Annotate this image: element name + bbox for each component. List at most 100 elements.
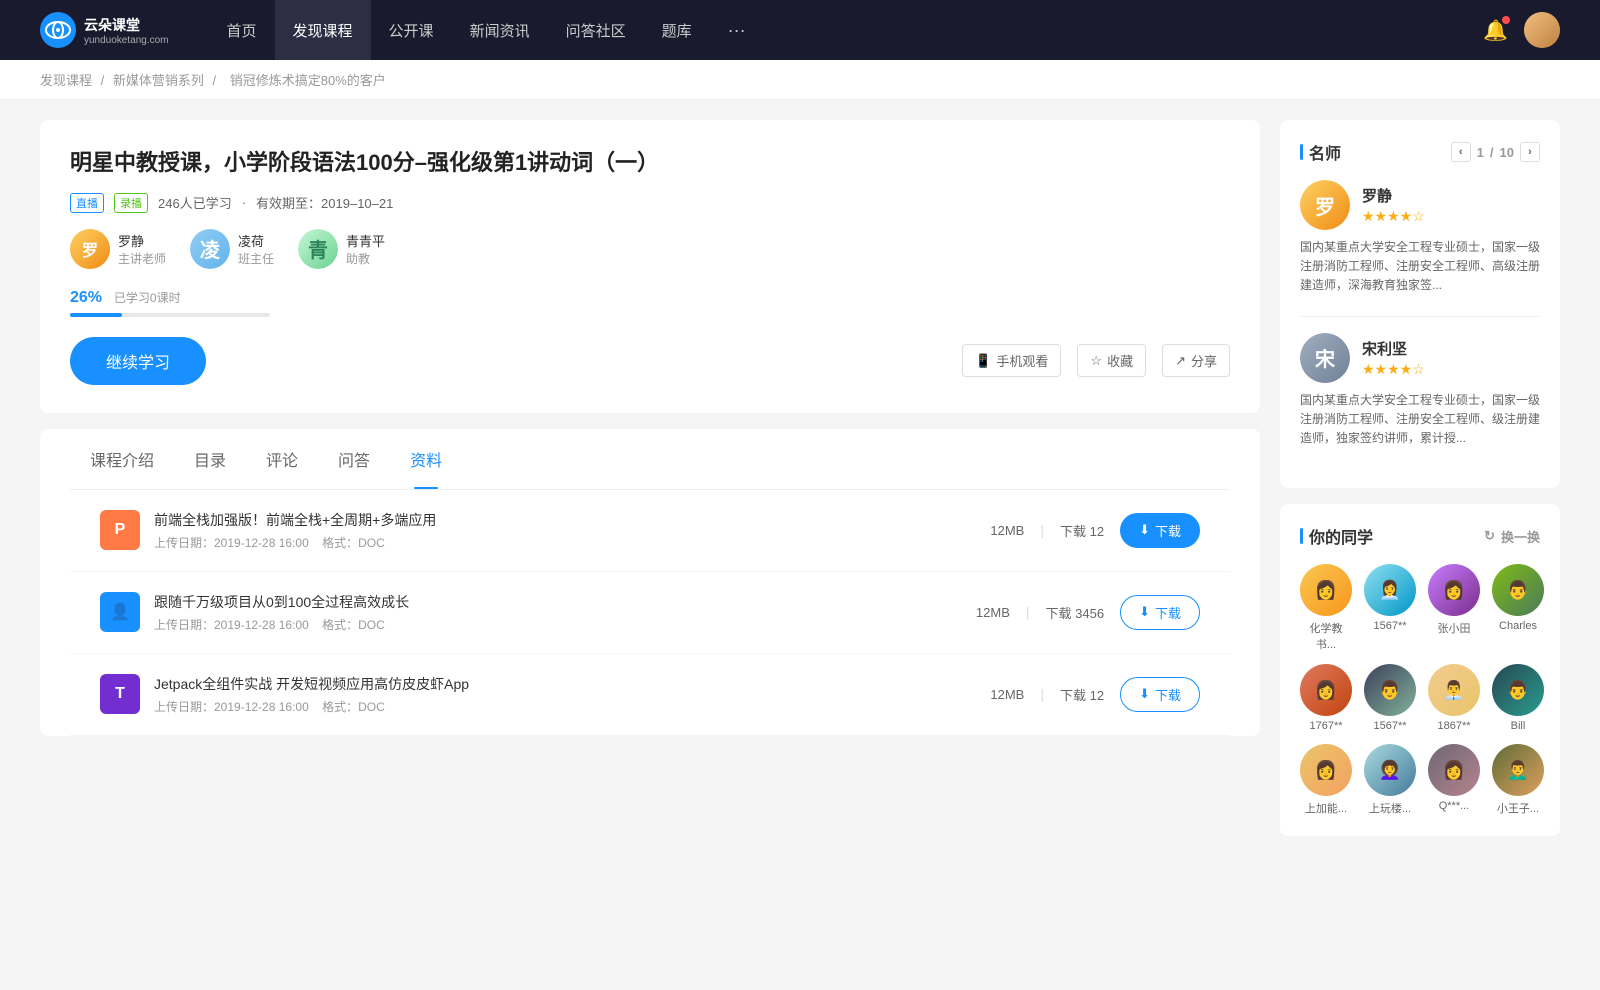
- continue-button[interactable]: 继续学习: [70, 337, 206, 385]
- action-buttons: 📱 手机观看 ☆ 收藏 ↗ 分享: [962, 344, 1230, 377]
- download-button-3[interactable]: ⬇ 下载: [1120, 677, 1200, 712]
- prev-page-button[interactable]: ‹: [1451, 142, 1471, 162]
- classmate-11-avatar: 👩: [1428, 744, 1480, 796]
- download-label-1: 下载: [1155, 521, 1181, 540]
- resource-icon-label-3: T: [115, 685, 125, 703]
- classmate-6-avatar: 👨: [1364, 664, 1416, 716]
- resource-icon-3: T: [100, 674, 140, 714]
- download-label-3: 下载: [1155, 685, 1181, 704]
- famous-teacher-1-stars: ★★★★☆: [1362, 208, 1540, 225]
- classmate-2[interactable]: 👩‍💼 1567**: [1364, 564, 1416, 652]
- teacher-3-avatar: 青: [298, 229, 338, 269]
- progress-bar-fill: [70, 313, 122, 317]
- star-icon: ☆: [1090, 353, 1102, 369]
- tab-intro[interactable]: 课程介绍: [70, 429, 174, 489]
- tab-catalog[interactable]: 目录: [174, 429, 246, 489]
- main-nav: 首页 发现课程 公开课 新闻资讯 问答社区 题库 ···: [209, 0, 1484, 60]
- download-button-2[interactable]: ⬇ 下载: [1120, 595, 1200, 630]
- page-total: 10: [1500, 145, 1514, 160]
- classmate-11-name: Q***...: [1439, 800, 1470, 812]
- classmate-7-name: 1867**: [1437, 720, 1470, 732]
- resource-item-1: P 前端全栈加强版！前端全栈+全周期+多端应用 上传日期：2019-12-28 …: [70, 490, 1230, 572]
- resource-info-3: Jetpack全组件实战 开发短视频应用高仿皮皮虾App 上传日期：2019-1…: [154, 674, 976, 715]
- valid-until: 有效期至：2019–10–21: [256, 193, 393, 212]
- tab-qa[interactable]: 问答: [318, 429, 390, 489]
- share-button[interactable]: ↗ 分享: [1162, 344, 1230, 377]
- classmate-5[interactable]: 👩 1767**: [1300, 664, 1352, 732]
- classmate-4[interactable]: 👨 Charles: [1492, 564, 1544, 652]
- teacher-3-role: 助教: [346, 250, 385, 267]
- classmate-5-avatar: 👩: [1300, 664, 1352, 716]
- teacher-divider: [1300, 316, 1540, 317]
- nav-home[interactable]: 首页: [209, 0, 275, 60]
- teacher-pagination: ‹ 1 / 10 ›: [1451, 142, 1540, 162]
- next-page-button[interactable]: ›: [1520, 142, 1540, 162]
- tab-review[interactable]: 评论: [246, 429, 318, 489]
- classmate-4-name: Charles: [1499, 620, 1537, 632]
- phone-watch-button[interactable]: 📱 手机观看: [962, 344, 1061, 377]
- resource-item-2: 👤 跟随千万级项目从0到100全过程高效成长 上传日期：2019-12-28 1…: [70, 572, 1230, 654]
- course-meta: 直播 录播 246人已学习 · 有效期至：2019–10–21: [70, 193, 1230, 213]
- famous-teacher-1-header: 罗 罗静 ★★★★☆: [1300, 180, 1540, 230]
- nav-qa[interactable]: 问答社区: [548, 0, 644, 60]
- resource-right-1: 12MB | 下载 12 ⬇ 下载: [990, 513, 1200, 548]
- classmates-refresh[interactable]: ↻ 换一换: [1484, 527, 1540, 546]
- resource-meta-1: 上传日期：2019-12-28 16:00 格式：DOC: [154, 534, 976, 551]
- bell-icon[interactable]: 🔔: [1483, 18, 1508, 43]
- download-icon-3: ⬇: [1139, 686, 1150, 702]
- nav-more[interactable]: ···: [710, 0, 764, 60]
- tab-resources[interactable]: 资料: [390, 429, 462, 489]
- download-button-1[interactable]: ⬇ 下载: [1120, 513, 1200, 548]
- classmate-1-avatar: 👩: [1300, 564, 1352, 616]
- course-card: 明星中教授课，小学阶段语法100分–强化级第1讲动词（一） 直播 录播 246人…: [40, 120, 1260, 413]
- classmate-3-name: 张小田: [1438, 620, 1471, 636]
- classmate-2-name: 1567**: [1373, 620, 1406, 632]
- resource-meta-2: 上传日期：2019-12-28 16:00 格式：DOC: [154, 616, 962, 633]
- classmate-7[interactable]: 👨‍💼 1867**: [1428, 664, 1480, 732]
- nav-open[interactable]: 公开课: [371, 0, 452, 60]
- resource-downloads-3: 下载 12: [1060, 685, 1104, 704]
- classmate-6[interactable]: 👨 1567**: [1364, 664, 1416, 732]
- teacher-2-name: 凌荷: [238, 231, 274, 250]
- classmate-12-name: 小王子...: [1497, 800, 1539, 816]
- teacher-2-info: 凌荷 班主任: [238, 231, 274, 267]
- resource-icon-label-1: P: [115, 521, 126, 539]
- classmate-10[interactable]: 👩‍🦱 上玩楼...: [1364, 744, 1416, 816]
- classmate-9[interactable]: 👩 上加能...: [1300, 744, 1352, 816]
- collect-button[interactable]: ☆ 收藏: [1077, 344, 1146, 377]
- classmate-9-avatar: 👩: [1300, 744, 1352, 796]
- refresh-icon: ↻: [1484, 528, 1495, 544]
- famous-teacher-1-avatar: 罗: [1300, 180, 1350, 230]
- classmate-1-name: 化学教书...: [1300, 620, 1352, 652]
- classmate-9-name: 上加能...: [1305, 800, 1347, 816]
- classmate-12[interactable]: 👨‍🦱 小王子...: [1492, 744, 1544, 816]
- logo-icon: [40, 12, 76, 48]
- classmate-11[interactable]: 👩 Q***...: [1428, 744, 1480, 816]
- classmate-3[interactable]: 👩 张小田: [1428, 564, 1480, 652]
- famous-teacher-1-details: 罗静 ★★★★☆: [1362, 185, 1540, 225]
- phone-watch-label: 手机观看: [996, 351, 1048, 370]
- breadcrumb-current: 销冠修炼术搞定80%的客户: [230, 73, 386, 88]
- progress-sub: 已学习0课时: [114, 291, 181, 305]
- classmate-8[interactable]: 👨 Bill: [1492, 664, 1544, 732]
- breadcrumb-series[interactable]: 新媒体营销系列: [113, 73, 204, 88]
- nav-discover[interactable]: 发现课程: [275, 0, 371, 60]
- breadcrumb-discover[interactable]: 发现课程: [40, 73, 92, 88]
- content-area: 明星中教授课，小学阶段语法100分–强化级第1讲动词（一） 直播 录播 246人…: [40, 120, 1260, 852]
- resource-title-1: 前端全栈加强版！前端全栈+全周期+多端应用: [154, 510, 976, 530]
- teacher-1: 罗 罗静 主讲老师: [70, 229, 166, 269]
- pagination: ‹ 1 / 10 ›: [1451, 142, 1540, 162]
- logo-name: 云朵课堂: [84, 15, 169, 35]
- nav-quiz[interactable]: 题库: [644, 0, 710, 60]
- logo[interactable]: 云朵课堂 yunduoketang.com: [40, 12, 169, 48]
- classmate-7-avatar: 👨‍💼: [1428, 664, 1480, 716]
- progress-pct: 26%: [70, 289, 102, 306]
- classmate-1[interactable]: 👩 化学教书...: [1300, 564, 1352, 652]
- phone-icon: 📱: [975, 353, 991, 369]
- resource-size-1: 12MB: [990, 523, 1024, 538]
- collect-label: 收藏: [1107, 351, 1133, 370]
- resource-list: P 前端全栈加强版！前端全栈+全周期+多端应用 上传日期：2019-12-28 …: [70, 490, 1230, 736]
- teacher-3-info: 青青平 助教: [346, 231, 385, 267]
- nav-news[interactable]: 新闻资讯: [452, 0, 548, 60]
- user-avatar[interactable]: [1524, 12, 1560, 48]
